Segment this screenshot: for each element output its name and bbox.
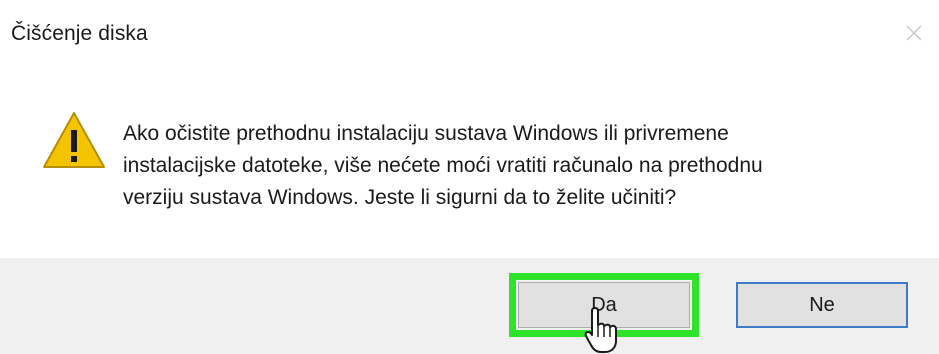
no-button-label: Ne <box>809 293 835 316</box>
message-line: Ako očistite prethodnu instalaciju susta… <box>123 122 729 145</box>
message-line: instalacijske datoteke, više nećete moći… <box>123 154 763 177</box>
message-line: verziju sustava Windows. Jeste li sigurn… <box>123 186 677 209</box>
warning-icon <box>43 112 105 168</box>
dialog-message: Ako očistite prethodnu instalaciju susta… <box>123 118 913 214</box>
cleanup-dialog: Čišćenje diska Ako očistite prethodnu in… <box>0 0 939 354</box>
yes-button-label: Da <box>591 293 617 316</box>
button-bar: Da Ne <box>0 258 939 354</box>
yes-button[interactable]: Da <box>509 273 699 337</box>
window-title: Čišćenje diska <box>11 22 148 45</box>
no-button[interactable]: Ne <box>736 282 908 328</box>
close-button[interactable] <box>899 18 929 48</box>
title-bar: Čišćenje diska <box>0 0 939 70</box>
dialog-content: Ako očistite prethodnu instalaciju susta… <box>0 70 939 258</box>
close-icon <box>906 25 922 41</box>
